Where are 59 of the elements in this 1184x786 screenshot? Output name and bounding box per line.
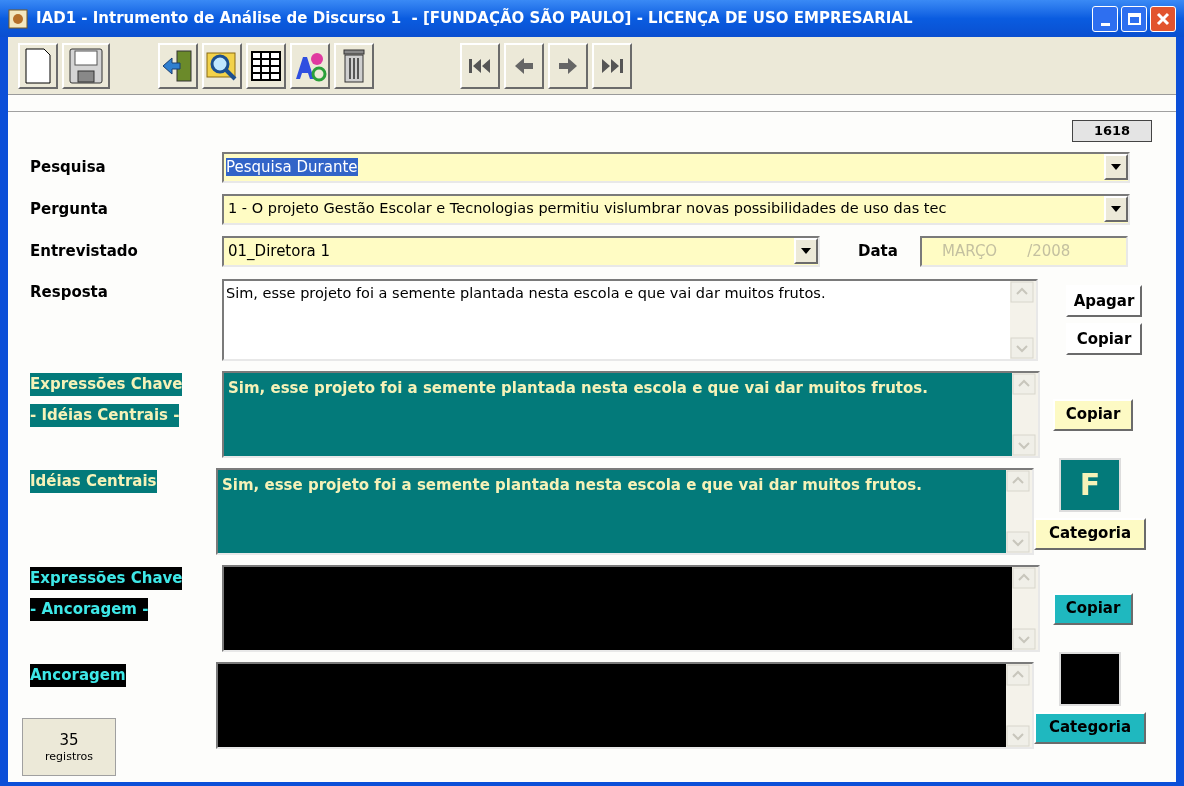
text-area[interactable]: Sim, esse projeto foi a semente plantada nesta escola e que vai dar muitos frutos. — [222, 371, 1040, 458]
left-arrow-icon — [513, 55, 535, 76]
field-label: Data — [858, 240, 899, 262]
window-title: IAD1 - Intrumento de Análise de Discurso 1 - [FUNDAÇÃO SÃO PAULO] - LICENÇA DE USO EMPRESARIAL — [36, 7, 914, 30]
copy-button[interactable]: Copiar — [1053, 398, 1133, 431]
action-button[interactable]: Apagar — [1066, 285, 1142, 317]
previous-record-button[interactable] — [504, 42, 544, 89]
exit-button[interactable] — [158, 42, 198, 89]
last-record-button[interactable] — [592, 42, 632, 89]
field-label: Resposta — [30, 282, 109, 303]
maximize-button[interactable] — [1121, 5, 1147, 32]
category-button[interactable]: Categoria — [1034, 517, 1146, 550]
next-record-button[interactable] — [548, 42, 588, 89]
save-button[interactable] — [62, 42, 110, 89]
record-number: 1618 — [1072, 120, 1152, 142]
record-count-number: 35 — [59, 730, 79, 750]
right-arrow-icon — [557, 55, 579, 76]
section-label: Expressões Chave — [30, 567, 183, 590]
dropdown-button[interactable] — [1104, 196, 1128, 222]
copy-button[interactable]: Copiar — [1053, 592, 1133, 625]
action-button[interactable]: Copiar — [1066, 323, 1142, 355]
spelling-button[interactable] — [290, 42, 330, 89]
section-label: Idéias Centrais — [30, 470, 157, 493]
caret-icon — [1111, 206, 1121, 212]
category-button[interactable]: Categoria — [1034, 711, 1146, 744]
text-area[interactable] — [222, 565, 1040, 652]
interviewee-combobox[interactable]: 01_Diretora 1 — [222, 235, 820, 267]
text-area[interactable]: Sim, esse projeto foi a semente plantada nesta escola e que vai dar muitos frutos. — [216, 468, 1034, 555]
record-count-label: registros — [45, 749, 93, 764]
delete-button[interactable] — [334, 42, 374, 89]
trash-icon — [341, 47, 367, 84]
section-label: Expressões Chave — [30, 373, 183, 396]
section-label: - Ancoragem - — [30, 598, 149, 621]
section-label: - Idéias Centrais - — [30, 404, 180, 427]
first-record-button[interactable] — [460, 42, 500, 89]
door-arrow-icon — [161, 48, 195, 83]
grid-button[interactable] — [246, 42, 286, 89]
question-combobox[interactable]: 1 - O projeto Gestão Escolar e Tecnologias permitiu vislumbrar novas possibilidades de uso das tec — [222, 193, 1130, 225]
search-combobox[interactable]: Pesquisa Durante — [222, 151, 1130, 183]
section-label: Ancoragem — [30, 664, 126, 687]
dropdown-button[interactable] — [794, 238, 818, 264]
field-label: Entrevistado — [30, 240, 139, 262]
minimize-button[interactable] — [1092, 5, 1118, 32]
page-icon — [25, 47, 51, 84]
field-label: Pergunta — [30, 198, 109, 220]
app-icon — [8, 8, 28, 29]
grid-icon — [250, 49, 282, 82]
caret-icon — [801, 248, 811, 254]
category-indicator — [1059, 651, 1121, 706]
close-button[interactable] — [1150, 5, 1176, 32]
caret-icon — [1111, 164, 1121, 170]
text-area[interactable] — [216, 662, 1034, 749]
dropdown-button[interactable] — [1104, 154, 1128, 180]
close-icon — [1156, 11, 1170, 26]
category-indicator: F — [1059, 457, 1121, 512]
answer-box[interactable]: Sim, esse projeto foi a semente plantada nesta escola e que vai dar muitos frutos. — [222, 279, 1038, 361]
field-label: Pesquisa — [30, 156, 107, 178]
search-button[interactable] — [202, 42, 242, 89]
new-document-button[interactable] — [18, 42, 58, 89]
